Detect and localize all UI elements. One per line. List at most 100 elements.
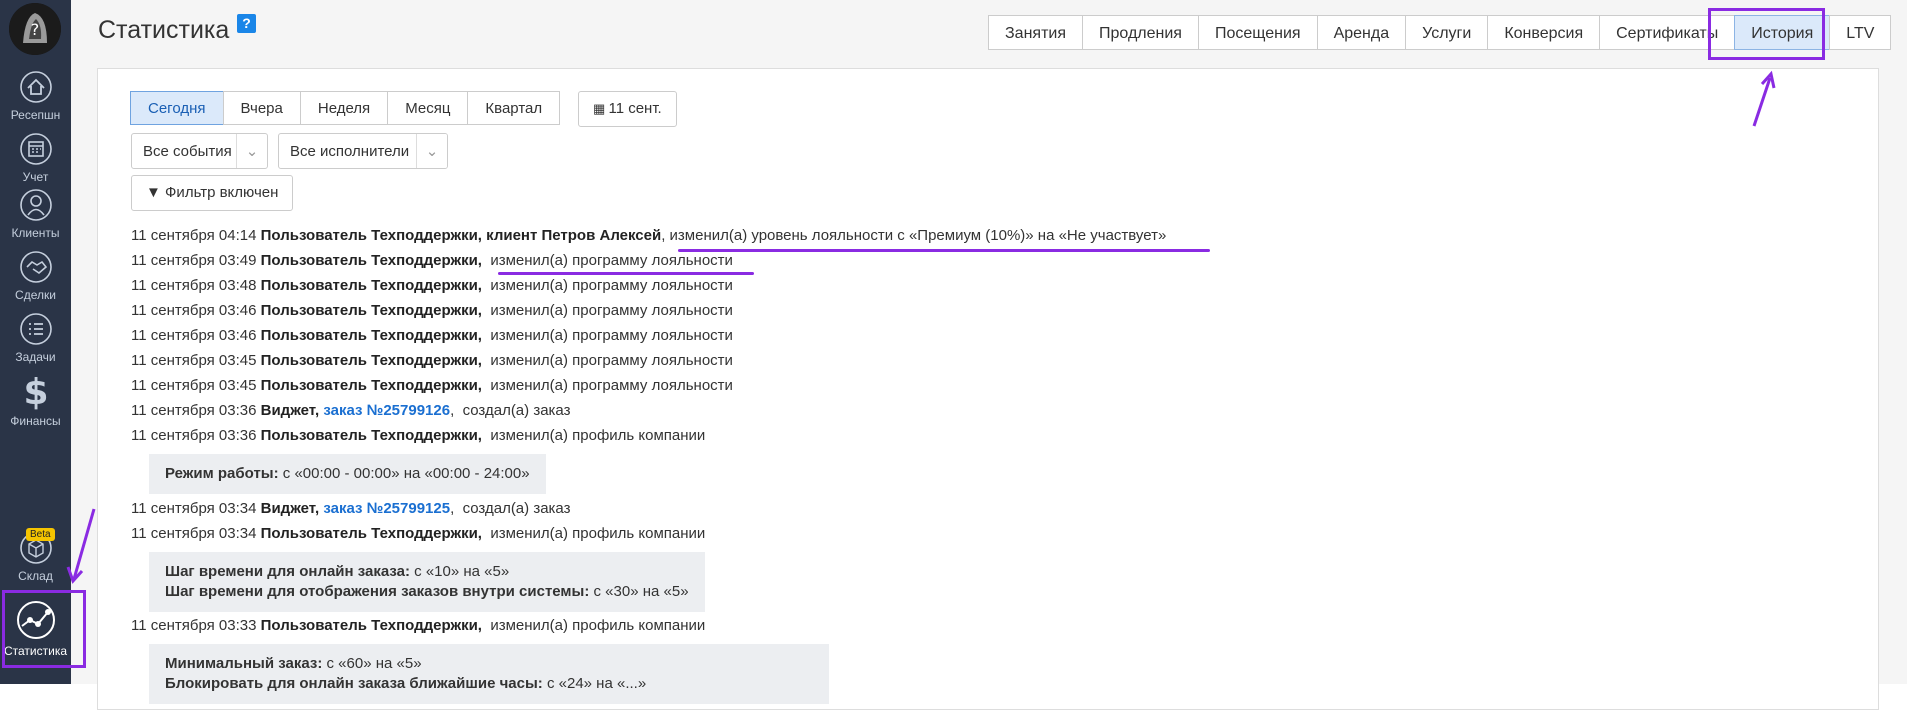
tab-conversion[interactable]: Конверсия xyxy=(1487,15,1601,50)
log-actor: Пользователь Техподдержки, xyxy=(260,427,482,444)
date-picker-button[interactable]: ▦ 11 сент. xyxy=(578,91,677,127)
log-actor: Виджет, xyxy=(260,500,320,517)
period-yesterday-button[interactable]: Вчера xyxy=(222,91,301,125)
highlight-box-statistics xyxy=(2,590,86,668)
tab-renewals[interactable]: Продления xyxy=(1082,15,1199,50)
arrow-annotation xyxy=(1752,70,1776,127)
underline-annotation xyxy=(498,272,754,275)
detail-key: Шаг времени для отображения заказов внут… xyxy=(165,583,590,600)
date-label: 11 сент. xyxy=(608,100,662,117)
detail-value: с «10» на «5» xyxy=(410,563,510,580)
period-week-button[interactable]: Неделя xyxy=(299,91,389,125)
log-time: 11 сентября 03:46 xyxy=(131,302,257,319)
detail-value: с «00:00 - 00:00» на «00:00 - 24:00» xyxy=(278,465,530,482)
log-entry: 11 сентября 04:14 Пользователь Техподдер… xyxy=(131,227,1431,244)
tab-lessons[interactable]: Занятия xyxy=(988,15,1083,50)
log-time: 11 сентября 03:33 xyxy=(131,617,257,634)
company-logo[interactable]: ? xyxy=(9,3,61,55)
calendar-icon xyxy=(19,133,52,165)
log-entry: 11 сентября 03:36 Виджет, заказ №2579912… xyxy=(131,402,571,419)
sidebar-item-finance[interactable]: $ Финансы xyxy=(0,372,71,428)
log-action: изменил(а) профиль компании xyxy=(490,617,706,634)
detail-value: с «60» на «5» xyxy=(322,655,422,672)
chevron-down-icon: ⌄ xyxy=(416,134,447,168)
sidebar-item-accounting[interactable]: Учет xyxy=(0,132,71,184)
tasks-icon xyxy=(19,313,52,345)
log-entry: 11 сентября 03:45 Пользователь Техподдер… xyxy=(131,377,1431,394)
tab-services[interactable]: Услуги xyxy=(1405,15,1489,50)
detail-key: Режим работы: xyxy=(165,465,279,482)
handshake-icon xyxy=(19,251,52,283)
filter-label: Фильтр включен xyxy=(165,184,279,201)
page-title: Статистика xyxy=(98,16,230,44)
log-time: 11 сентября 04:14 xyxy=(131,227,257,244)
filter-button[interactable]: ▼ Фильтр включен xyxy=(131,175,294,211)
tab-rent[interactable]: Аренда xyxy=(1316,15,1407,50)
filter-icon: ▼ xyxy=(146,184,161,201)
log-action: изменил(а) программу лояльности xyxy=(490,302,733,319)
detail-line: Шаг времени для онлайн заказа: с «10» на… xyxy=(165,562,689,582)
log-actor: Пользователь Техподдержки, xyxy=(260,617,482,634)
log-entry: 11 сентября 03:45 Пользователь Техподдер… xyxy=(131,352,1431,369)
sidebar-item-label: Задачи xyxy=(15,350,56,364)
sidebar-item-clients[interactable]: Клиенты xyxy=(0,188,71,240)
detail-key: Минимальный заказ: xyxy=(165,655,323,672)
tab-visits[interactable]: Посещения xyxy=(1197,15,1318,50)
log-entry: 11 сентября 03:34 Пользователь Техподдер… xyxy=(131,525,1431,542)
detail-value: с «30» на «5» xyxy=(589,583,689,600)
log-detail: Режим работы: с «00:00 - 00:00» на «00:0… xyxy=(149,454,546,494)
log-actor: Пользователь Техподдержки, xyxy=(260,302,482,319)
sidebar-item-tasks[interactable]: Задачи xyxy=(0,312,71,364)
sidebar-item-label: Сделки xyxy=(15,288,56,302)
log-entry: 11 сентября 03:36 Пользователь Техподдер… xyxy=(131,427,1431,444)
log-actor: Виджет, xyxy=(260,402,320,419)
help-icon[interactable]: ? xyxy=(237,14,256,33)
arrow-annotation xyxy=(66,508,96,584)
tab-ltv[interactable]: LTV xyxy=(1829,15,1892,50)
log-actor: Пользователь Техподдержки, xyxy=(260,252,482,269)
dollar-icon: $ xyxy=(23,372,48,410)
home-icon xyxy=(19,71,52,103)
log-action: изменил(а) программу лояльности xyxy=(490,252,733,269)
log-action: создал(а) заказ xyxy=(462,500,571,517)
log-action: изменил(а) программу лояльности xyxy=(490,377,733,394)
performers-select-value: Все исполнители xyxy=(290,143,410,160)
order-link[interactable]: заказ №25799125 xyxy=(323,500,450,517)
log-time: 11 сентября 03:34 xyxy=(131,525,257,542)
detail-key: Шаг времени для онлайн заказа: xyxy=(165,563,410,580)
log-action: изменил(а) профиль компании xyxy=(490,427,706,444)
events-select[interactable]: Все события ⌄ xyxy=(131,133,268,169)
log-actor: Пользователь Техподдержки, xyxy=(260,377,482,394)
period-quarter-button[interactable]: Квартал xyxy=(467,91,561,125)
period-selector: Сегодня Вчера Неделя Месяц Квартал xyxy=(130,91,561,125)
sidebar-item-label: Учет xyxy=(22,170,49,184)
log-time: 11 сентября 03:36 xyxy=(131,402,257,419)
log-time: 11 сентября 03:45 xyxy=(131,352,257,369)
log-time: 11 сентября 03:49 xyxy=(131,252,257,269)
sidebar: ? Ресепшн Учет Клиенты Сделки Задачи $ Ф… xyxy=(0,0,71,684)
performers-select[interactable]: Все исполнители ⌄ xyxy=(278,133,448,169)
user-icon xyxy=(19,189,52,221)
sidebar-item-label: Клиенты xyxy=(11,226,60,240)
sidebar-item-reception[interactable]: Ресепшн xyxy=(0,70,71,122)
log-time: 11 сентября 03:34 xyxy=(131,500,257,517)
history-panel: Сегодня Вчера Неделя Месяц Квартал ▦ 11 … xyxy=(97,68,1879,710)
log-time: 11 сентября 03:46 xyxy=(131,327,257,344)
detail-line: Блокировать для онлайн заказа ближайшие … xyxy=(165,674,813,694)
log-entry: 11 сентября 03:34 Виджет, заказ №2579912… xyxy=(131,500,571,517)
log-action: создал(а) заказ xyxy=(462,402,571,419)
log-action: , изменил(а) уровень лояльности с «Преми… xyxy=(661,227,1167,244)
log-action: изменил(а) программу лояльности xyxy=(490,277,733,294)
period-month-button[interactable]: Месяц xyxy=(387,91,469,125)
detail-line: Минимальный заказ: с «60» на «5» xyxy=(165,654,813,674)
log-time: 11 сентября 03:45 xyxy=(131,377,257,394)
detail-line: Режим работы: с «00:00 - 00:00» на «00:0… xyxy=(165,464,530,484)
calendar-grid-icon: ▦ xyxy=(593,101,605,116)
log-detail: Шаг времени для онлайн заказа: с «10» на… xyxy=(149,552,705,612)
sidebar-item-deals[interactable]: Сделки xyxy=(0,250,71,302)
main-area: Статистика ? Занятия Продления Посещения… xyxy=(71,0,1907,710)
log-actor: Пользователь Техподдержки, xyxy=(260,352,482,369)
order-link[interactable]: заказ №25799126 xyxy=(323,402,450,419)
period-today-button[interactable]: Сегодня xyxy=(130,91,224,125)
log-entry: 11 сентября 03:46 Пользователь Техподдер… xyxy=(131,302,1431,319)
